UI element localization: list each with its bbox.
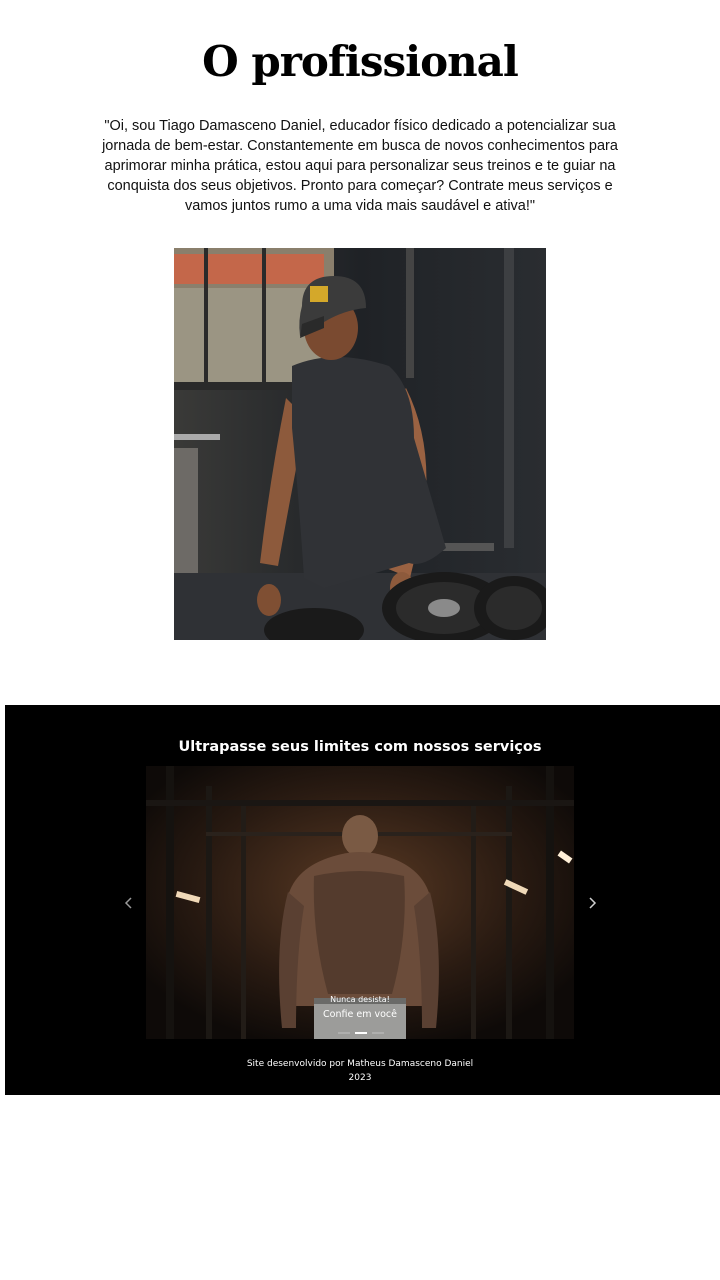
carousel-indicator[interactable] bbox=[338, 1032, 350, 1034]
trainer-bio: "Oi, sou Tiago Damasceno Daniel, educado… bbox=[102, 118, 618, 214]
page-title: O profissional bbox=[202, 37, 519, 86]
chevron-right-icon bbox=[589, 897, 597, 909]
carousel-indicators bbox=[338, 1032, 384, 1035]
trainer-photo bbox=[174, 248, 546, 640]
carousel-caption-text: Confie em você bbox=[323, 1009, 397, 1020]
services-section: Ultrapasse seus limites com nossos servi… bbox=[5, 705, 720, 1095]
carousel-caption-title: Nunca desista! bbox=[330, 995, 390, 1004]
services-carousel[interactable]: Nunca desista! Confie em você bbox=[146, 766, 574, 1039]
carousel-next-button[interactable] bbox=[580, 891, 604, 915]
footer-year: 2023 bbox=[348, 1073, 372, 1083]
carousel-prev-button[interactable] bbox=[117, 891, 141, 915]
services-heading: Ultrapasse seus limites com nossos servi… bbox=[178, 739, 542, 755]
carousel-indicator-active[interactable] bbox=[355, 1032, 367, 1034]
chevron-left-icon bbox=[124, 897, 132, 909]
carousel-indicator[interactable] bbox=[372, 1032, 384, 1034]
footer-credit: Site desenvolvido por Matheus Damasceno … bbox=[246, 1059, 474, 1069]
